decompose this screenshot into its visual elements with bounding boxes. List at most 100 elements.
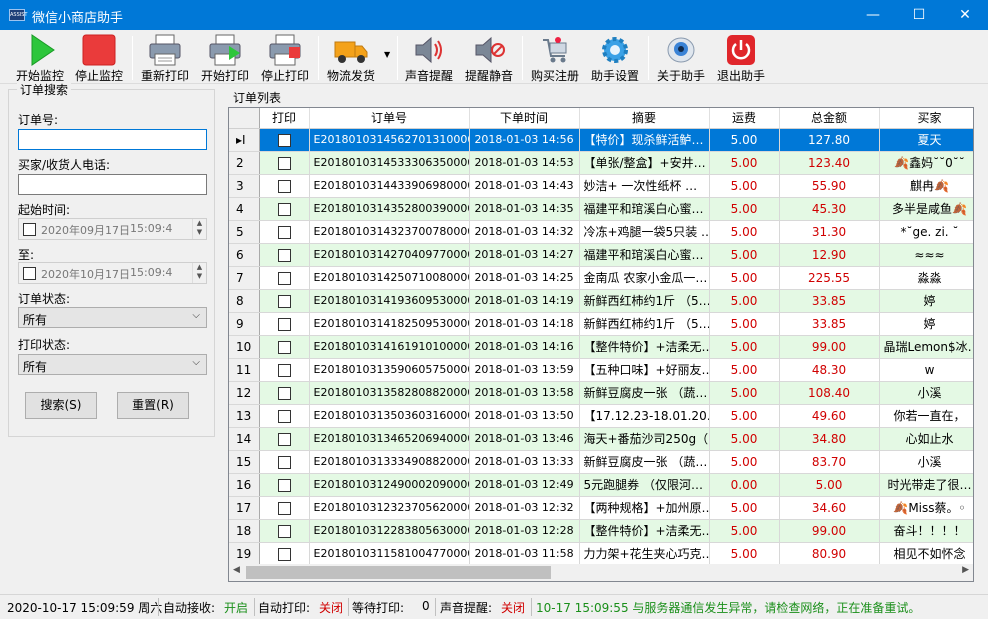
row-number[interactable]: 3 [229, 174, 260, 198]
start-print-button[interactable]: 开始打印 [197, 32, 253, 84]
print-checkbox[interactable] [277, 248, 291, 262]
table-row[interactable]: 10 E20180103141619101000004 2018-01-03 14:… [229, 335, 973, 359]
print-status-select[interactable]: 所有 ⌵ [18, 354, 207, 375]
stop-monitor-button[interactable]: 停止监控 [71, 32, 127, 84]
logistics-ship-button[interactable]: 物流发货 [323, 32, 379, 84]
row-number[interactable]: 11 [229, 358, 260, 382]
table-row[interactable]: 3 E20180103144339069800004 2018-01-03 14:4… [229, 174, 973, 198]
current-row-marker[interactable]: ▸I [229, 128, 260, 152]
scroll-thumb[interactable] [246, 566, 551, 579]
table-row[interactable]: 11 E20180103135906057500008 2018-01-03 13:… [229, 358, 973, 382]
minimize-button[interactable]: — [850, 0, 896, 30]
row-number[interactable]: 14 [229, 427, 260, 451]
end-time-checkbox[interactable] [23, 267, 36, 280]
purchase-register-button[interactable]: 购买注册 [527, 32, 583, 84]
table-row[interactable]: 8 E20180103141936095300005 2018-01-03 14:1… [229, 289, 973, 313]
auto-print-value: 关闭 [319, 601, 344, 615]
column-header[interactable]: 打印 [259, 108, 310, 129]
assistant-settings-button[interactable]: 助手设置 [587, 32, 643, 84]
row-number[interactable]: 2 [229, 151, 260, 175]
row-number[interactable]: 8 [229, 289, 260, 313]
start-monitor-button[interactable]: 开始监控 [12, 32, 68, 84]
print-checkbox[interactable] [277, 225, 291, 239]
row-number[interactable]: 6 [229, 243, 260, 267]
search-button[interactable]: 搜索(S) [25, 392, 97, 419]
order-status-select[interactable]: 所有 ⌵ [18, 307, 207, 328]
print-checkbox[interactable] [277, 340, 291, 354]
column-header[interactable]: 订单号 [309, 108, 470, 129]
table-row[interactable]: 7 E20180103142507100800007 2018-01-03 14:2… [229, 266, 973, 290]
row-number[interactable]: 18 [229, 519, 260, 543]
row-number[interactable]: 9 [229, 312, 260, 336]
column-header[interactable]: 买家 [879, 108, 973, 129]
reprint-button[interactable]: 重新打印 [137, 32, 193, 84]
row-number[interactable]: 15 [229, 450, 260, 474]
print-checkbox[interactable] [277, 202, 291, 216]
print-checkbox[interactable] [277, 294, 291, 308]
print-checkbox[interactable] [277, 455, 291, 469]
exit-button[interactable]: 退出助手 [713, 32, 769, 84]
row-number[interactable]: 10 [229, 335, 260, 359]
print-checkbox[interactable] [277, 133, 291, 147]
buyer-phone-input[interactable] [18, 174, 207, 195]
table-row[interactable]: 19 E20180103115810047700004 2018-01-03 11:… [229, 542, 973, 566]
chevron-down-icon[interactable]: ▼ [384, 50, 390, 59]
mute-alert-button[interactable]: 提醒静音 [461, 32, 517, 84]
column-header[interactable]: 总金额 [779, 108, 880, 129]
column-header[interactable]: 下单时间 [469, 108, 580, 129]
about-button[interactable]: 关于助手 [653, 32, 709, 84]
order-grid[interactable]: 打印 订单号 下单时间 摘要 运费 总金额 买家 ▸I E201801031456… [228, 107, 974, 582]
table-row[interactable]: 13 E20180103135036031600004 2018-01-03 13:… [229, 404, 973, 428]
order-no-input[interactable] [18, 129, 207, 150]
table-row[interactable]: 12 E20180103135828088200006 2018-01-03 13:… [229, 381, 973, 405]
table-row[interactable]: 5 E20180103143237007800009 2018-01-03 14:3… [229, 220, 973, 244]
row-number[interactable]: 16 [229, 473, 260, 497]
table-row[interactable]: 15 E20180103133349088200002 2018-01-03 13:… [229, 450, 973, 474]
print-checkbox[interactable] [277, 501, 291, 515]
column-header[interactable]: 摘要 [579, 108, 710, 129]
row-number[interactable]: 13 [229, 404, 260, 428]
table-row[interactable]: ▸I E20180103145627013100003 2018-01-03 14:… [229, 128, 973, 152]
print-checkbox[interactable] [277, 317, 291, 331]
table-row[interactable]: 18 E20180103122838056300004 2018-01-03 12:… [229, 519, 973, 543]
reset-button[interactable]: 重置(R) [117, 392, 189, 419]
start-time-picker[interactable]: 2020年09月17日 15:09:4 ▲ ▼ [18, 218, 207, 240]
row-number[interactable]: 7 [229, 266, 260, 290]
print-checkbox[interactable] [277, 156, 291, 170]
print-checkbox[interactable] [277, 547, 291, 561]
table-row[interactable]: 17 E20180103123237056200001 2018-01-03 12:… [229, 496, 973, 520]
stop-print-button[interactable]: 停止打印 [257, 32, 313, 84]
table-row[interactable]: 14 E20180103134652069400005 2018-01-03 13:… [229, 427, 973, 451]
print-checkbox[interactable] [277, 409, 291, 423]
print-checkbox[interactable] [277, 432, 291, 446]
end-time-picker[interactable]: 2020年10月17日 15:09:4 ▲ ▼ [18, 262, 207, 284]
print-checkbox[interactable] [277, 179, 291, 193]
row-number[interactable]: 12 [229, 381, 260, 405]
spinner-icon[interactable]: ▲ ▼ [192, 219, 206, 239]
table-row[interactable]: 6 E20180103142704097700001 2018-01-03 14:2… [229, 243, 973, 267]
print-checkbox[interactable] [277, 524, 291, 538]
table-row[interactable]: 4 E20180103143528003900001 2018-01-03 14:3… [229, 197, 973, 221]
printer-icon [149, 34, 181, 66]
table-row[interactable]: 16 E20180103124900020900004 2018-01-03 12:… [229, 473, 973, 497]
column-header[interactable]: 运费 [709, 108, 780, 129]
print-checkbox[interactable] [277, 271, 291, 285]
row-number[interactable]: 17 [229, 496, 260, 520]
print-checkbox[interactable] [277, 386, 291, 400]
scroll-left-icon[interactable]: ◀ [233, 565, 240, 575]
table-row[interactable]: 9 E20180103141825095300003 2018-01-03 14:1… [229, 312, 973, 336]
sound-alert-button[interactable]: 声音提醒 [401, 32, 457, 84]
horizontal-scrollbar[interactable]: ◀ ▶ [229, 564, 973, 581]
maximize-button[interactable]: ☐ [896, 0, 942, 30]
close-button[interactable]: ✕ [942, 0, 988, 30]
print-checkbox[interactable] [277, 363, 291, 377]
scroll-right-icon[interactable]: ▶ [962, 565, 969, 575]
row-number[interactable]: 19 [229, 542, 260, 566]
order-time-cell: 2018-01-03 14:27 [469, 243, 580, 267]
row-number[interactable]: 4 [229, 197, 260, 221]
spinner-icon[interactable]: ▲ ▼ [192, 263, 206, 283]
start-time-checkbox[interactable] [23, 223, 36, 236]
print-checkbox[interactable] [277, 478, 291, 492]
table-row[interactable]: 2 E20180103145333063500005 2018-01-03 14:5… [229, 151, 973, 175]
row-number[interactable]: 5 [229, 220, 260, 244]
